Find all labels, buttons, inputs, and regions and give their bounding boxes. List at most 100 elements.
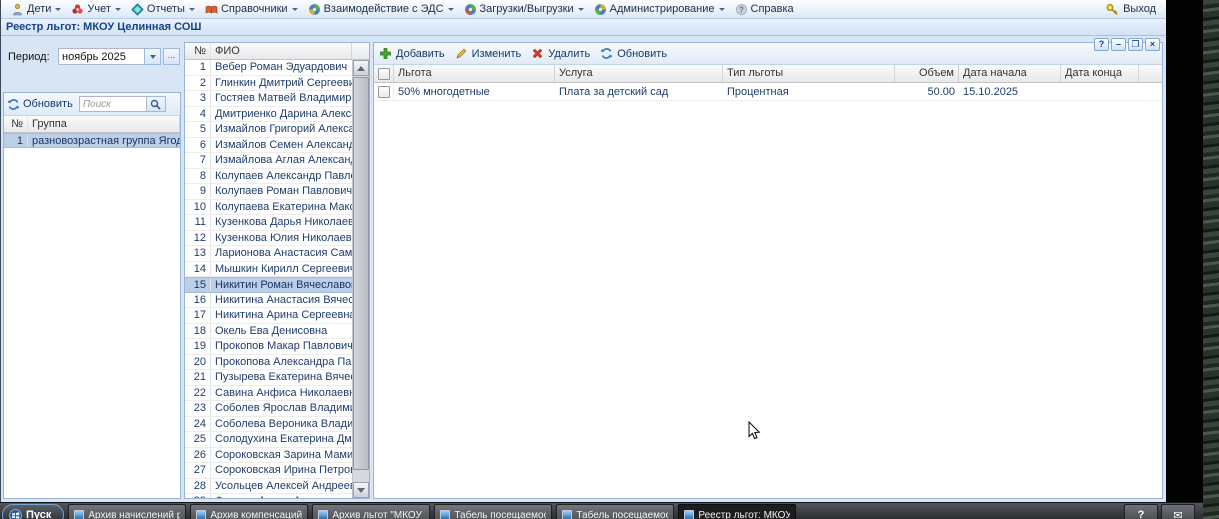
child-row[interactable]: 15 Никитин Роман Вячеславович (185, 277, 352, 293)
child-row[interactable]: 14 Мышкин Кирилл Сергеевич (185, 261, 352, 277)
exit-button[interactable]: Выход (1096, 3, 1166, 16)
benefit-row[interactable]: 50% многодетные Плата за детский сад Про… (374, 83, 1162, 101)
pencil-icon (456, 48, 467, 59)
edit-button[interactable]: Изменить (455, 47, 521, 60)
child-row[interactable]: 6 Измайлов Семен Александрович (185, 137, 352, 153)
children-scrollbar[interactable] (352, 60, 369, 498)
child-num: 20 (185, 354, 211, 369)
scrollbar-thumb[interactable] (353, 77, 369, 470)
taskbar-app-button[interactable]: Архив льгот "МКОУ Целинная... (312, 504, 431, 519)
column-header-date-end[interactable]: Дата конца (1061, 65, 1139, 82)
menu-deti[interactable]: Дети (6, 0, 66, 18)
child-row[interactable]: 2 Глинкин Дмитрий Сергеевич (185, 75, 352, 91)
column-header-fio[interactable]: ФИО (211, 43, 352, 59)
child-row[interactable]: 3 Гостяев Матвей Владимирович (185, 91, 352, 107)
taskbar-app-button[interactable]: Архив компенсаций "МКОУ... (190, 504, 309, 519)
column-header-filler (352, 43, 369, 59)
child-name: Вебер Роман Эдуардович (215, 61, 348, 74)
child-row[interactable]: 18 Окель Ева Денисовна (185, 323, 352, 339)
tray-mail-button[interactable]: ✉ (1161, 504, 1195, 519)
menu-eds[interactable]: Взаимодействие с ЭДС (303, 0, 459, 18)
child-row[interactable]: 9 Колупаев Роман Павлович (185, 184, 352, 200)
child-num: 27 (185, 463, 211, 478)
child-row[interactable]: 26 Сороковская Зарина Мамиконов... (185, 447, 352, 463)
group-row[interactable]: 1 разновозрастная группа Ягодки (4, 133, 180, 148)
column-header-volume[interactable]: Объем (895, 65, 959, 82)
child-num: 22 (185, 385, 211, 400)
menu-spravka[interactable]: ? Справка (730, 0, 799, 18)
benefits-refresh-button[interactable]: Обновить (600, 47, 667, 60)
restore-button[interactable]: ❐ (1128, 38, 1143, 51)
child-row[interactable]: 20 Прокопова Александра Павловна (185, 354, 352, 370)
column-header-group[interactable]: Группа (28, 116, 180, 132)
accounting-icon (72, 3, 83, 14)
search-button[interactable] (146, 96, 166, 112)
menu-otchety[interactable]: Отчеты (126, 0, 200, 18)
minimize-button[interactable]: – (1111, 38, 1126, 51)
child-row[interactable]: 24 Соболева Вероника Владимиро... (185, 416, 352, 432)
period-label: Период: (8, 50, 50, 63)
menu-spravochniki[interactable]: Справочники (200, 0, 303, 18)
taskbar-app-button[interactable]: Табель посещаемости (434, 504, 553, 519)
row-select-cell (374, 83, 394, 100)
child-row[interactable]: 25 Солодухина Екатерина Дмитрие... (185, 432, 352, 448)
screen: Дети Учет Отчеты Справочники Взаимодейст (0, 0, 1219, 519)
child-row[interactable]: 22 Савина Анфиса Николаевна (185, 385, 352, 401)
child-name: Окель Ева Денисовна (215, 324, 328, 337)
start-button[interactable]: Пуск (2, 504, 65, 519)
tray-help-button[interactable]: ? (1124, 504, 1158, 519)
taskbar-app-button[interactable]: Реестр льгот: МКОУ Целинна... (678, 504, 797, 519)
child-name: Пузырева Екатерина Вячеславо... (215, 371, 352, 384)
taskbar-tray: ? ✉ (1124, 504, 1195, 519)
column-header-benefit[interactable]: Льгота (394, 65, 555, 82)
period-dropdown-button[interactable] (144, 48, 161, 65)
close-button[interactable]: × (1145, 38, 1160, 51)
child-row[interactable]: 5 Измайлов Григорий Александро... (185, 122, 352, 138)
child-row[interactable]: 17 Никитина Арина Сергеевна (185, 308, 352, 324)
eds-puzzle-icon (308, 3, 320, 15)
child-row[interactable]: 27 Сороковская Ирина Петровна (185, 463, 352, 479)
child-num: 7 (185, 153, 211, 168)
child-row[interactable]: 29 Фомина Алина Александровна (185, 494, 352, 498)
menu-uchet[interactable]: Учет (66, 0, 126, 18)
child-row[interactable]: 10 Колупаева Екатерина Максимов... (185, 199, 352, 215)
menu-zagruzki[interactable]: Загрузки/Выгрузки (459, 0, 589, 18)
child-row[interactable]: 12 Кузенкова Юлия Николаевна (185, 230, 352, 246)
child-row[interactable]: 8 Колупаев Александр Павлович (185, 168, 352, 184)
child-row[interactable]: 23 Соболев Ярослав Владимирович (185, 401, 352, 417)
select-all-checkbox[interactable] (377, 67, 390, 80)
column-header-service[interactable]: Услуга (555, 65, 723, 82)
add-button[interactable]: Добавить (379, 47, 445, 60)
scroll-up-button[interactable] (353, 60, 369, 76)
delete-button[interactable]: Удалить (531, 47, 590, 60)
child-row[interactable]: 19 Прокопов Макар Павлович (185, 339, 352, 355)
group-search-input[interactable] (78, 96, 147, 112)
period-more-button[interactable]: ... (163, 48, 180, 65)
child-row[interactable]: 1 Вебер Роман Эдуардович (185, 60, 352, 76)
child-row[interactable]: 7 Измайлова Аглая Александровна (185, 153, 352, 169)
column-header-num[interactable]: № (4, 116, 28, 132)
app-window-icon (562, 510, 573, 519)
chevron-down-icon (291, 7, 298, 11)
panel-help-button[interactable]: ? (1094, 38, 1109, 51)
scroll-down-button[interactable] (353, 482, 369, 498)
child-row[interactable]: 21 Пузырева Екатерина Вячеславо... (185, 370, 352, 386)
menu-administrirovanie[interactable]: Администрирование (589, 0, 730, 18)
menu-label: Администрирование (609, 3, 715, 15)
column-header-num[interactable]: № (185, 43, 211, 59)
triangle-up-icon (357, 65, 365, 71)
column-header-type[interactable]: Тип льготы (723, 65, 895, 82)
child-row[interactable]: 13 Ларионова Анастасия Самировна (185, 246, 352, 262)
child-row[interactable]: 28 Усольцев Алексей Андреевич (185, 478, 352, 494)
child-row[interactable]: 4 Дмитриенко Дарина Александр... (185, 106, 352, 122)
taskbar-app-button[interactable]: Табель посещаемости в разр... (556, 504, 675, 519)
column-header-date-start[interactable]: Дата начала (959, 65, 1061, 82)
add-label: Добавить (396, 47, 445, 60)
child-name: Дмитриенко Дарина Александр... (215, 107, 352, 120)
taskbar-app-button[interactable]: Архив начислений родит... (68, 504, 187, 519)
row-checkbox[interactable] (377, 85, 390, 98)
child-row[interactable]: 11 Кузенкова Дарья Николаевна (185, 215, 352, 231)
child-row[interactable]: 16 Никитина Анастасия Вячеславо... (185, 292, 352, 308)
groups-refresh-button[interactable]: Обновить (7, 98, 73, 111)
period-combobox[interactable] (58, 48, 144, 65)
